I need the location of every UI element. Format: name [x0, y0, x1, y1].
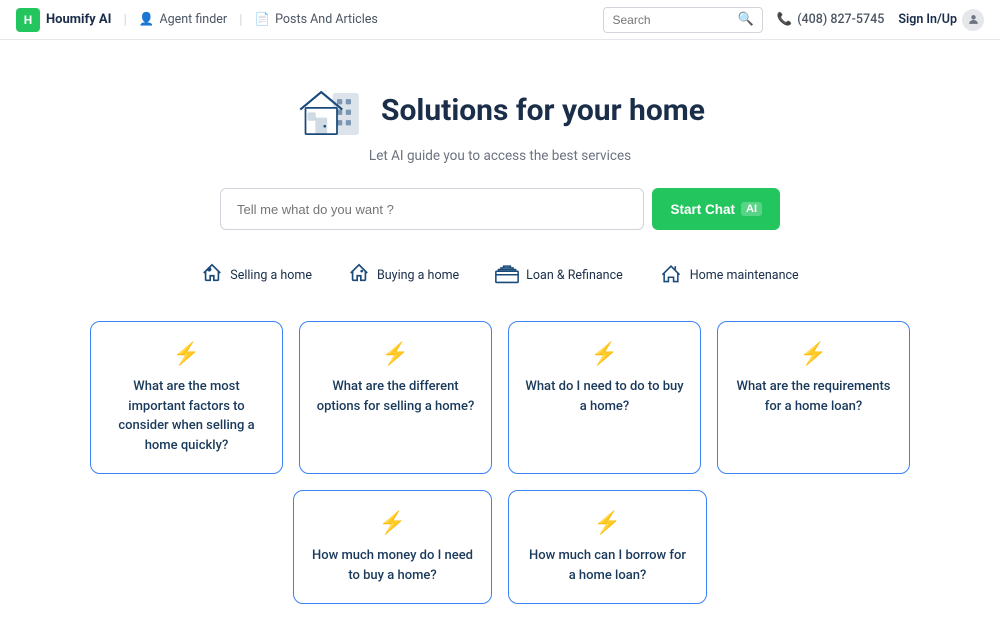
- phone-link[interactable]: 📞 (408) 827-5745: [777, 12, 885, 27]
- maintenance-icon: [659, 262, 683, 289]
- hero-section: Solutions for your home Let AI guide you…: [0, 40, 1000, 644]
- card-3[interactable]: ⚡ What do I need to do to buy a home?: [508, 321, 701, 474]
- card-1-text: What are the most important factors to c…: [107, 377, 266, 455]
- start-chat-button[interactable]: Start Chat AI: [652, 188, 780, 230]
- loan-icon: [495, 262, 519, 289]
- card-4-text: What are the requirements for a home loa…: [734, 377, 893, 416]
- search-icon: 🔍: [737, 12, 753, 27]
- categories-row: Selling a home Buying a home: [201, 262, 798, 289]
- card-4[interactable]: ⚡ What are the requirements for a home l…: [717, 321, 910, 474]
- category-buying-label: Buying a home: [377, 268, 459, 283]
- posts-icon: 📄: [255, 12, 271, 27]
- category-maintenance[interactable]: Home maintenance: [659, 262, 799, 289]
- search-bar[interactable]: 🔍: [603, 7, 762, 33]
- signin-button[interactable]: Sign In/Up: [898, 9, 984, 31]
- avatar: [962, 9, 984, 31]
- category-maintenance-label: Home maintenance: [690, 268, 799, 283]
- lightning-icon-4: ⚡: [800, 342, 827, 367]
- card-5-text: How much money do I need to buy a home?: [310, 546, 475, 585]
- logo-label: Houmify AI: [46, 12, 111, 27]
- card-5[interactable]: ⚡ How much money do I need to buy a home…: [293, 490, 492, 604]
- agent-finder-icon: 👤: [139, 12, 155, 27]
- category-selling[interactable]: Selling a home: [201, 262, 312, 289]
- hero-title: Solutions for your home: [381, 93, 705, 128]
- phone-icon: 📞: [777, 12, 793, 27]
- category-selling-label: Selling a home: [230, 268, 312, 283]
- search-input[interactable]: [612, 13, 732, 27]
- category-loan[interactable]: Loan & Refinance: [495, 262, 623, 289]
- card-3-text: What do I need to do to buy a home?: [525, 377, 684, 416]
- category-buying[interactable]: Buying a home: [348, 262, 459, 289]
- card-6[interactable]: ⚡ How much can I borrow for a home loan?: [508, 490, 707, 604]
- logo[interactable]: H Houmify AI: [16, 8, 111, 32]
- card-2-text: What are the different options for selli…: [316, 377, 475, 416]
- cards-section: ⚡ What are the most important factors to…: [70, 321, 930, 624]
- navbar: H Houmify AI | 👤 Agent finder | 📄 Posts …: [0, 0, 1000, 40]
- cards-grid-row2: ⚡ How much money do I need to buy a home…: [90, 490, 910, 604]
- nav-right: 🔍 📞 (408) 827-5745 Sign In/Up: [603, 7, 984, 33]
- card-1[interactable]: ⚡ What are the most important factors to…: [90, 321, 283, 474]
- nav-link-posts-articles[interactable]: 📄 Posts And Articles: [255, 12, 378, 27]
- hero-subtitle: Let AI guide you to access the best serv…: [369, 148, 631, 164]
- card-2[interactable]: ⚡ What are the different options for sel…: [299, 321, 492, 474]
- logo-icon: H: [16, 8, 40, 32]
- lightning-icon-3: ⚡: [591, 342, 618, 367]
- lightning-icon-1: ⚡: [173, 342, 200, 367]
- hero-house-icon: [295, 80, 365, 140]
- nav-link-agent-finder[interactable]: 👤 Agent finder: [139, 12, 227, 27]
- chat-input-row: Start Chat AI: [220, 188, 780, 230]
- ai-badge: AI: [741, 202, 762, 216]
- category-loan-label: Loan & Refinance: [526, 268, 623, 283]
- lightning-icon-5: ⚡: [379, 511, 406, 536]
- nav-divider-2: |: [239, 12, 242, 28]
- lightning-icon-2: ⚡: [382, 342, 409, 367]
- chat-input[interactable]: [220, 188, 644, 230]
- cards-grid-row1: ⚡ What are the most important factors to…: [90, 321, 910, 474]
- lightning-icon-6: ⚡: [594, 511, 621, 536]
- card-6-text: How much can I borrow for a home loan?: [525, 546, 690, 585]
- hero-title-row: Solutions for your home: [295, 80, 705, 140]
- nav-divider: |: [123, 12, 126, 28]
- buying-icon: [348, 262, 370, 289]
- selling-icon: [201, 262, 223, 289]
